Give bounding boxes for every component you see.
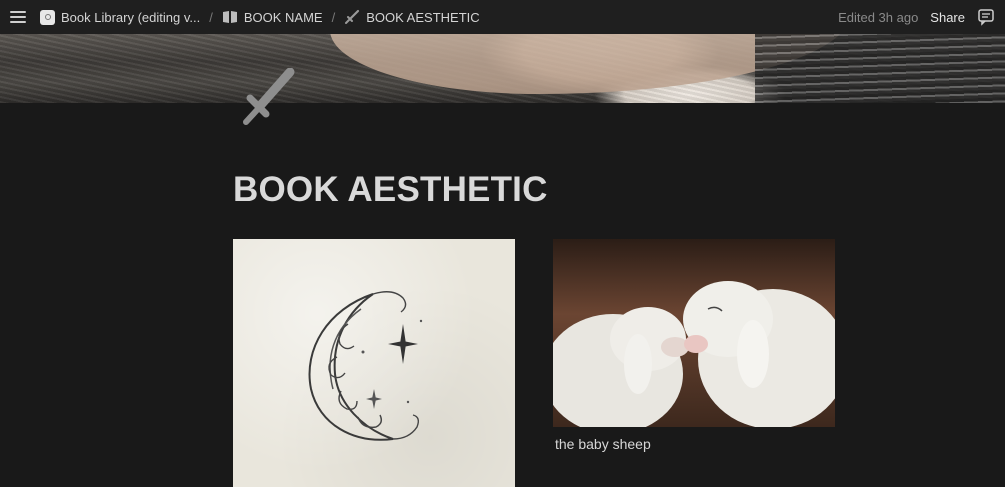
- sword-icon[interactable]: [240, 67, 296, 128]
- gallery-image-baby-sheep[interactable]: [553, 239, 835, 427]
- sword-icon: [344, 9, 360, 25]
- breadcrumb-book-name[interactable]: BOOK NAME: [222, 9, 323, 25]
- breadcrumb-book-aesthetic[interactable]: BOOK AESTHETIC: [344, 9, 480, 25]
- comments-icon[interactable]: [977, 8, 995, 26]
- app-icon: [40, 9, 55, 25]
- gallery-caption: the baby sheep: [555, 436, 651, 452]
- breadcrumb-label: Book Library (editing v...: [61, 9, 201, 25]
- gallery-image-moon[interactable]: [233, 239, 515, 487]
- breadcrumb-separator: /: [209, 9, 213, 25]
- edited-timestamp: Edited 3h ago: [838, 9, 919, 25]
- page-cover-image[interactable]: [0, 34, 1005, 103]
- two-baby-lambs-photo: [553, 239, 835, 427]
- ornate-crescent-moon-illustration: [308, 291, 423, 441]
- share-button[interactable]: Share: [930, 10, 965, 25]
- page-title[interactable]: BOOK AESTHETIC: [233, 170, 548, 210]
- breadcrumb-label: BOOK AESTHETIC: [366, 9, 480, 25]
- breadcrumb-separator: /: [331, 9, 336, 25]
- breadcrumb-label: BOOK NAME: [243, 9, 323, 25]
- open-book-icon: [222, 9, 238, 25]
- breadcrumb-book-library[interactable]: Book Library (editing v...: [40, 9, 201, 25]
- top-bar: Book Library (editing v... / BOOK NAME /…: [0, 0, 1005, 34]
- menu-icon[interactable]: [10, 11, 26, 23]
